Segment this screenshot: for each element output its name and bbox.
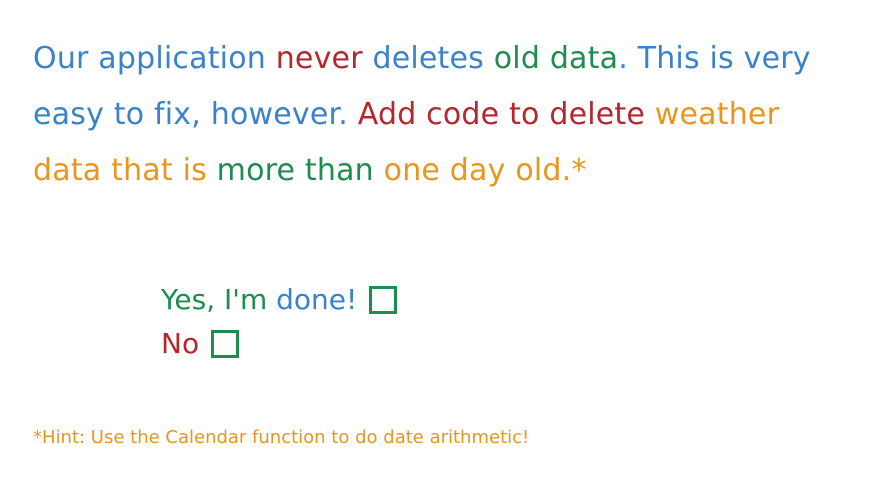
- task-line-2: easy to fix, however. Add code to delete…: [33, 98, 779, 132]
- choice-no-label: No: [161, 327, 200, 360]
- task-text-footnote-marker: .*: [561, 153, 587, 188]
- task-line-1: Our application never deletes old data. …: [33, 42, 811, 76]
- task-text-old-data: old data: [493, 41, 619, 76]
- task-text-one-day-old: one day old: [383, 153, 562, 188]
- answer-choices: Yes, I'm done! No: [161, 278, 398, 366]
- choice-yes-label-done: done!: [276, 283, 358, 316]
- task-text: easy to fix, however.: [33, 97, 358, 132]
- task-text-more-than: more than: [216, 153, 384, 188]
- hint-text: *Hint: Use the Calendar function to do d…: [33, 427, 530, 448]
- choice-yes-label-part: Yes, I'm: [161, 283, 277, 316]
- yes-checkbox[interactable]: [369, 286, 398, 314]
- task-text: deletes: [362, 41, 494, 76]
- task-text-add-code: Add code to delete: [357, 97, 655, 132]
- task-text: Our application: [33, 41, 276, 76]
- task-text: . This is very: [618, 41, 811, 76]
- task-text-never: never: [275, 41, 363, 76]
- task-line-3: data that is more than one day old.*: [33, 154, 587, 188]
- choice-yes-label: Yes, I'm done!: [161, 278, 357, 322]
- task-text-data: data that is: [33, 153, 217, 188]
- choice-no: No: [161, 322, 397, 366]
- quiz-slide: Our application never deletes old data. …: [0, 0, 889, 500]
- no-checkbox[interactable]: [211, 330, 240, 358]
- task-text-weather: weather: [654, 97, 780, 132]
- choice-yes: Yes, I'm done!: [161, 278, 398, 322]
